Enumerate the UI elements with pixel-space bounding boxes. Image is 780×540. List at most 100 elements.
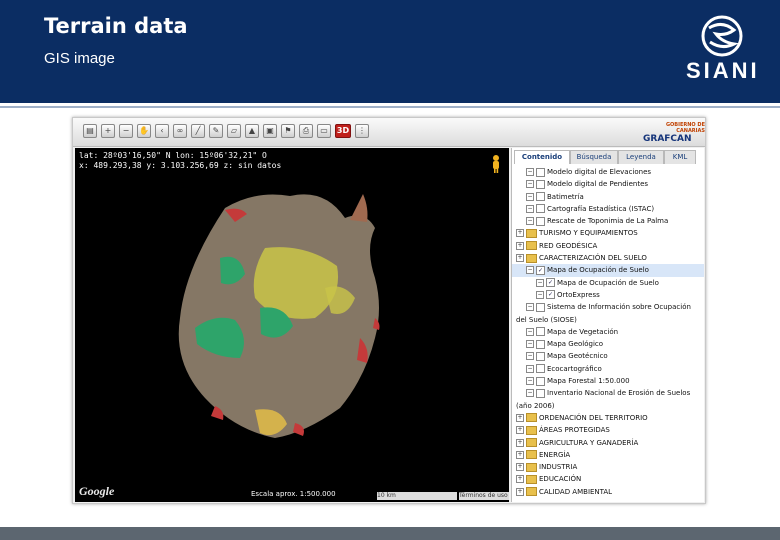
expand-toggle-icon[interactable]: − (526, 192, 534, 201)
expand-toggle-icon[interactable]: − (526, 327, 534, 336)
image-icon[interactable]: ▣ (263, 124, 277, 138)
layer-label: Modelo digital de Elevaciones (547, 168, 652, 176)
layer-tree-item[interactable]: + TURISMO Y EQUIPAMIENTOS (512, 227, 704, 239)
binoculars-icon[interactable]: ∞ (173, 124, 187, 138)
expand-toggle-icon[interactable]: + (516, 463, 524, 472)
expand-toggle-icon[interactable]: + (516, 229, 524, 238)
info-icon[interactable]: ⋮ (355, 124, 369, 138)
expand-toggle-icon[interactable]: − (526, 389, 534, 398)
expand-toggle-icon[interactable]: − (526, 266, 534, 275)
expand-toggle-icon[interactable]: − (526, 168, 534, 176)
layer-tree-item[interactable]: + EDUCACIÓN (512, 473, 704, 485)
layer-checkbox[interactable] (536, 192, 545, 202)
expand-toggle-icon[interactable]: + (516, 450, 524, 459)
layer-tree-item[interactable]: + CALIDAD AMBIENTAL (512, 486, 704, 498)
tab-leyenda[interactable]: Leyenda (618, 150, 664, 164)
tab-contenido[interactable]: Contenido (514, 150, 570, 164)
expand-toggle-icon[interactable]: − (526, 340, 534, 349)
expand-toggle-icon[interactable]: − (526, 204, 534, 213)
expand-toggle-icon[interactable]: + (516, 487, 524, 496)
expand-toggle-icon[interactable]: + (516, 254, 524, 263)
layer-tree-item[interactable]: − Mapa de Vegetación (512, 326, 704, 338)
expand-toggle-icon[interactable]: − (526, 217, 534, 226)
tab-kml[interactable]: KML (664, 150, 696, 164)
expand-toggle-icon[interactable]: − (536, 278, 544, 287)
folder-icon (526, 425, 537, 435)
layer-tree-item[interactable]: − Batimetría (512, 191, 704, 203)
zoom-out-icon[interactable]: − (119, 124, 133, 138)
expand-toggle-icon[interactable]: + (516, 241, 524, 250)
layer-tree-item[interactable]: − Ecocartográfico (512, 363, 704, 375)
layer-tree-item[interactable]: − Modelo digital de Elevaciones (512, 166, 704, 178)
layer-label: Mapa de Vegetación (547, 327, 619, 336)
layer-checkbox[interactable] (536, 351, 545, 361)
layer-tree-item[interactable]: + ÁREAS PROTEGIDAS (512, 424, 704, 436)
layer-checkbox[interactable]: ✓ (536, 265, 545, 275)
map-toolbar: ▤ + − ✋ ‹ ∞ ╱ ✎ ▱ ▲ ▣ ⚑ ⎙ ▭ 3D ⋮ GOBIERN… (73, 118, 705, 147)
layer-checkbox[interactable] (536, 216, 545, 226)
view-3d-button[interactable]: 3D (335, 124, 351, 138)
layer-checkbox[interactable] (536, 327, 545, 337)
expand-toggle-icon[interactable]: + (516, 413, 524, 422)
layer-tree-item[interactable]: − Modelo digital de Pendientes (512, 178, 704, 190)
layer-tree-item[interactable]: − Mapa Forestal 1:50.000 (512, 375, 704, 387)
measure-area-icon[interactable]: ▱ (227, 124, 241, 138)
profile-icon[interactable]: ▲ (245, 124, 259, 138)
print-icon[interactable]: ⎙ (299, 124, 313, 138)
layer-checkbox[interactable] (536, 376, 545, 386)
layer-tree-item[interactable]: + ORDENACIÓN DEL TERRITORIO (512, 412, 704, 424)
flag-icon[interactable]: ⚑ (281, 124, 295, 138)
layer-checkbox[interactable] (536, 204, 545, 214)
layer-tree-item[interactable]: − Mapa Geotécnico (512, 350, 704, 362)
pegman-icon[interactable] (491, 154, 501, 174)
layer-tree-item[interactable]: − Rescate de Toponimia de La Palma (512, 215, 704, 227)
map-view[interactable]: lat: 28º03'16,50" N lon: 15º06'32,21" O … (75, 148, 509, 502)
scale-bar: 10 km (377, 492, 457, 500)
terms-link[interactable]: Términos de uso (459, 492, 509, 500)
back-icon[interactable]: ‹ (155, 124, 169, 138)
grafcan-logo: GOBIERNO DE CANARIAS GRAFCAN (643, 122, 705, 144)
folder-icon (526, 241, 537, 251)
layer-label: OrtoExpress (557, 290, 600, 299)
layer-tree-item[interactable]: + AGRICULTURA Y GANADERÍA (512, 437, 704, 449)
layer-tree-item[interactable]: − ✓ Mapa de Ocupación de Suelo (512, 264, 704, 277)
layer-tree-item[interactable]: − Mapa Geológico (512, 338, 704, 350)
layer-tree-item[interactable]: + RED GEODÉSICA (512, 240, 704, 252)
expand-toggle-icon[interactable]: − (526, 180, 534, 189)
expand-toggle-icon[interactable]: + (516, 438, 524, 447)
layer-tree-item[interactable]: − Sistema de Información sobre Ocupación (512, 301, 704, 313)
expand-toggle-icon[interactable]: − (536, 290, 544, 299)
pan-hand-icon[interactable]: ✋ (137, 124, 151, 138)
expand-toggle-icon[interactable]: − (526, 364, 534, 373)
expand-toggle-icon[interactable]: − (526, 303, 534, 312)
layer-tree-item[interactable]: (año 2006) (512, 400, 704, 412)
tab-busqueda[interactable]: Búsqueda (570, 150, 618, 164)
layer-checkbox[interactable]: ✓ (546, 290, 555, 300)
layer-checkbox[interactable] (536, 364, 545, 374)
layer-checkbox[interactable]: ✓ (546, 278, 555, 288)
layer-checkbox[interactable] (536, 179, 545, 189)
layer-tree-item[interactable]: − Cartografía Estadística (ISTAC) (512, 203, 704, 215)
expand-toggle-icon[interactable]: + (516, 475, 524, 484)
layer-checkbox[interactable] (536, 302, 545, 312)
measure-distance-icon[interactable]: ╱ (191, 124, 205, 138)
draw-line-icon[interactable]: ✎ (209, 124, 223, 138)
layer-tree-item[interactable]: − ✓ Mapa de Ocupación de Suelo (512, 277, 704, 289)
save-icon[interactable]: ▭ (317, 124, 331, 138)
expand-toggle-icon[interactable]: + (516, 426, 524, 435)
gis-viewer-window: ▤ + − ✋ ‹ ∞ ╱ ✎ ▱ ▲ ▣ ⚑ ⎙ ▭ 3D ⋮ GOBIERN… (72, 117, 706, 504)
layer-checkbox[interactable] (536, 167, 545, 177)
layer-tree-item[interactable]: − Inventario Nacional de Erosión de Suelo… (512, 387, 704, 399)
expand-toggle-icon[interactable]: − (526, 377, 534, 386)
zoom-in-icon[interactable]: + (101, 124, 115, 138)
layer-label: EDUCACIÓN (539, 475, 582, 484)
layer-tree-item[interactable]: + INDUSTRIA (512, 461, 704, 473)
layers-tool-icon[interactable]: ▤ (83, 124, 97, 138)
layer-tree-item[interactable]: del Suelo (SIOSE) (512, 314, 704, 326)
layer-tree-item[interactable]: + ENERGÍA (512, 449, 704, 461)
layer-tree-item[interactable]: + CARACTERIZACIÓN DEL SUELO (512, 252, 704, 264)
layer-checkbox[interactable] (536, 339, 545, 349)
layer-checkbox[interactable] (536, 388, 545, 398)
expand-toggle-icon[interactable]: − (526, 352, 534, 361)
layer-tree-item[interactable]: − ✓ OrtoExpress (512, 289, 704, 301)
